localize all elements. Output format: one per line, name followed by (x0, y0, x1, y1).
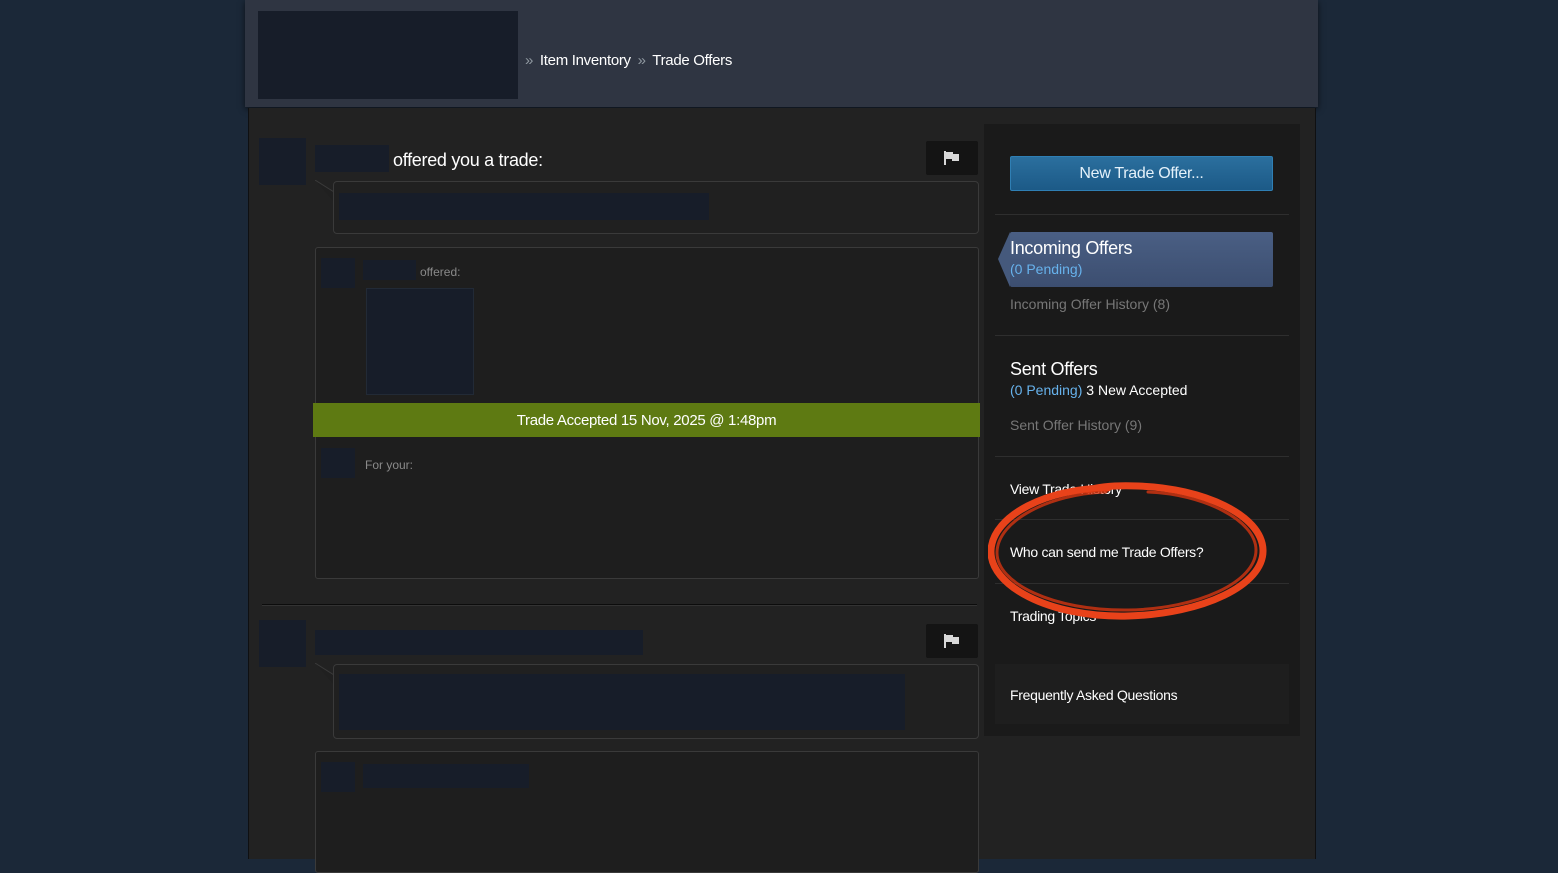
flag-icon (944, 634, 959, 648)
sent-new-accepted[interactable]: 3 New Accepted (1086, 382, 1187, 398)
breadcrumb-trade-offers[interactable]: Trade Offers (652, 52, 732, 69)
offered-item-slot[interactable] (366, 288, 474, 395)
flag-icon (944, 151, 959, 165)
breadcrumb-separator: » (525, 52, 534, 69)
for-your-label: For your: (365, 458, 414, 472)
sent-offer-history-link[interactable]: Sent Offer History (9) (1010, 417, 1142, 433)
partner-name-small-redacted (363, 260, 416, 280)
offer-divider (262, 604, 977, 606)
sidebar-divider (995, 214, 1289, 215)
trade-items-panel (315, 751, 979, 873)
faq-link[interactable]: Frequently Asked Questions (1010, 687, 1178, 703)
faq-section: Frequently Asked Questions (995, 664, 1289, 724)
my-small-avatar (321, 448, 355, 478)
trade-accepted-banner: Trade Accepted 15 Nov, 2025 @ 1:48pm (313, 403, 980, 437)
incoming-offers-title[interactable]: Incoming Offers (1010, 238, 1133, 259)
partner-name-redacted[interactable] (315, 145, 389, 172)
active-pointer-icon (998, 232, 1010, 287)
offer-heading-redacted (315, 630, 643, 655)
offer-heading: offered you a trade: (393, 150, 543, 170)
partner-name-small-redacted (363, 764, 529, 788)
report-flag-button[interactable] (926, 624, 978, 658)
offer-message-box (333, 664, 979, 739)
offer-message-redacted (339, 193, 709, 220)
partner-avatar[interactable] (259, 138, 306, 185)
trade-offers-sidebar: New Trade Offer... Incoming Offers (0 Pe… (984, 124, 1300, 736)
sidebar-divider (995, 335, 1289, 336)
sent-offers-title[interactable]: Sent Offers (1010, 359, 1098, 380)
speech-tail-icon (315, 180, 335, 202)
sidebar-divider (995, 456, 1289, 457)
incoming-pending-count[interactable]: (0 Pending) (1010, 261, 1082, 277)
new-trade-offer-button[interactable]: New Trade Offer... (1010, 156, 1273, 191)
speech-tail-icon (315, 663, 335, 685)
partner-small-avatar (321, 762, 355, 792)
breadcrumb-item-inventory[interactable]: Item Inventory (540, 52, 631, 69)
offer-message-box (333, 181, 979, 234)
offer-message-redacted (339, 674, 905, 730)
breadcrumb-separator: » (637, 52, 646, 69)
breadcrumb: » Item Inventory » Trade Offers (522, 52, 732, 69)
sent-pending-count[interactable]: (0 Pending) (1010, 382, 1082, 398)
page-header: » Item Inventory » Trade Offers (245, 0, 1318, 107)
redacted-profile-avatar[interactable] (258, 11, 518, 99)
partner-small-avatar (321, 258, 355, 288)
report-flag-button[interactable] (926, 141, 978, 175)
highlight-circle-annotation (988, 482, 1267, 620)
partner-avatar[interactable] (259, 620, 306, 667)
incoming-offer-history-link[interactable]: Incoming Offer History (8) (1010, 296, 1170, 312)
offered-label: offered: (420, 265, 461, 279)
sent-pending-line[interactable]: (0 Pending) 3 New Accepted (1010, 382, 1187, 398)
